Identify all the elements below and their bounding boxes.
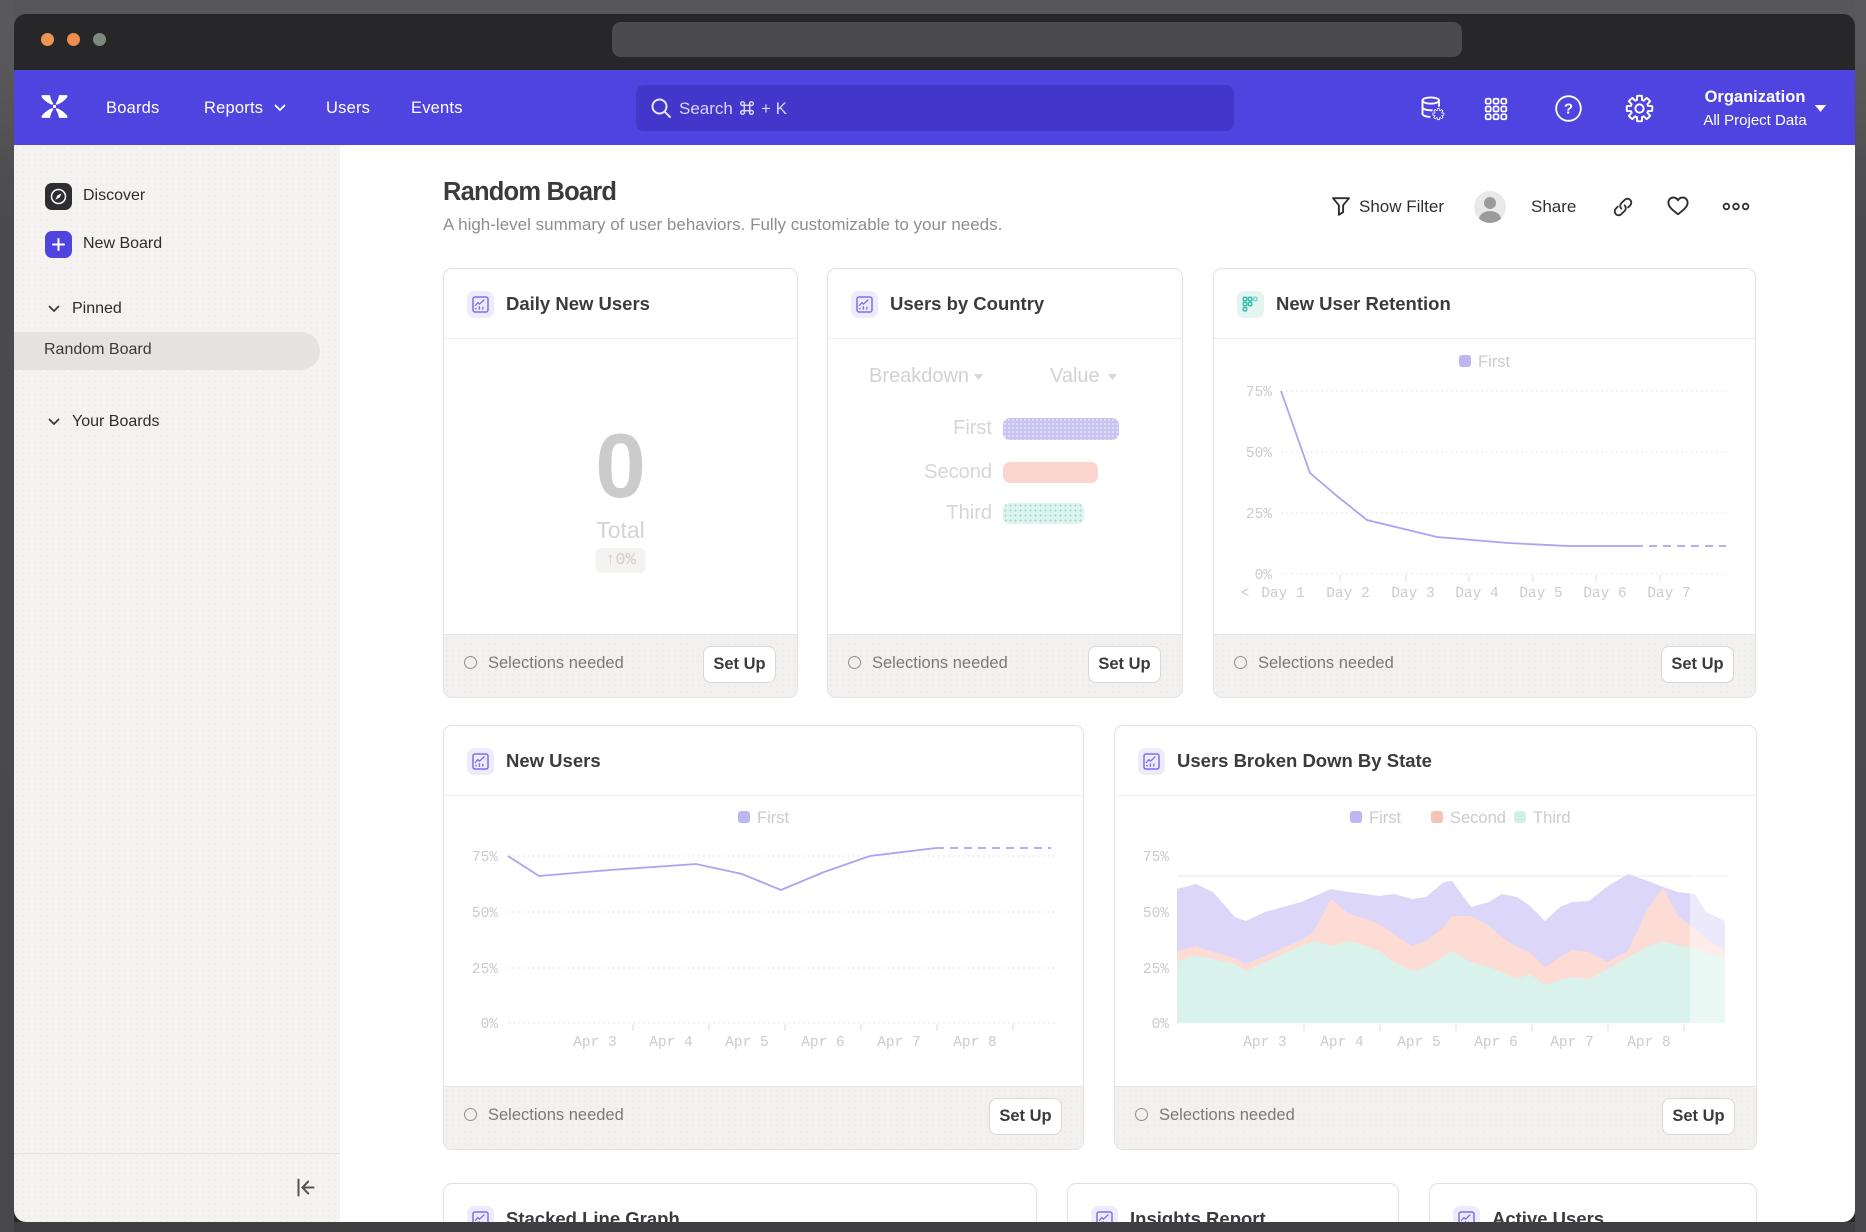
svg-text:50%: 50% [472,906,498,922]
svg-text:Day 3: Day 3 [1391,586,1435,602]
svg-text:Apr 5: Apr 5 [725,1035,769,1051]
svg-text:75%: 75% [1246,385,1272,401]
svg-text:?: ? [1564,101,1573,118]
svg-text:Apr 7: Apr 7 [1550,1035,1594,1051]
svg-text:Day 6: Day 6 [1583,586,1627,602]
svg-text:Day 1: Day 1 [1261,586,1305,602]
svg-text:25%: 25% [472,962,498,978]
svg-text:Second: Second [1450,809,1506,827]
svg-text:Apr 6: Apr 6 [1474,1035,1518,1051]
svg-text:Day 4: Day 4 [1455,586,1499,602]
svg-text:Apr 3: Apr 3 [1243,1035,1287,1051]
svg-text:Apr 6: Apr 6 [801,1035,845,1051]
svg-text:25%: 25% [1143,962,1169,978]
svg-text:First: First [1478,353,1510,371]
svg-text:Apr 4: Apr 4 [1320,1035,1364,1051]
svg-text:Apr 8: Apr 8 [953,1035,997,1051]
svg-text:25%: 25% [1246,507,1272,523]
svg-text:50%: 50% [1246,446,1272,462]
svg-text:Apr 4: Apr 4 [649,1035,693,1051]
svg-text:50%: 50% [1143,906,1169,922]
svg-text:<: < [1241,586,1250,602]
svg-text:0%: 0% [481,1017,499,1033]
svg-text:First: First [1369,809,1401,827]
svg-text:Day 7: Day 7 [1647,586,1691,602]
svg-text:0%: 0% [1255,568,1273,584]
svg-text:Day 5: Day 5 [1519,586,1563,602]
svg-text:First: First [757,809,789,827]
svg-text:75%: 75% [1143,850,1169,866]
svg-text:Apr 3: Apr 3 [573,1035,617,1051]
svg-text:75%: 75% [472,850,498,866]
svg-text:Apr 5: Apr 5 [1397,1035,1441,1051]
svg-text:Apr 7: Apr 7 [877,1035,921,1051]
svg-text:Third: Third [1533,809,1571,827]
svg-text:Day 2: Day 2 [1326,586,1370,602]
svg-text:Apr 8: Apr 8 [1627,1035,1671,1051]
svg-text:0%: 0% [1152,1017,1170,1033]
